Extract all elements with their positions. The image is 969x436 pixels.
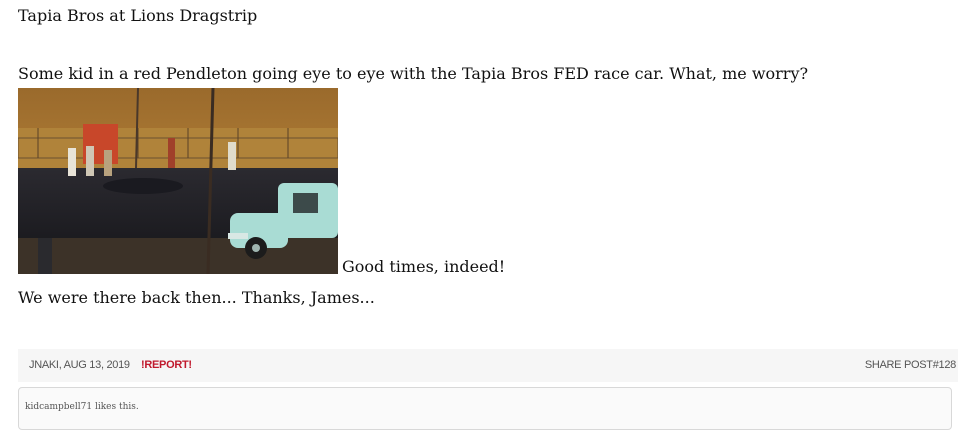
photo-caption: Good times, indeed! — [342, 257, 506, 276]
photo-race-car — [103, 178, 183, 194]
likes-summary: kidcampbell71 likes this. — [25, 402, 139, 412]
post-title: Tapia Bros at Lions Dragstrip — [18, 6, 258, 25]
likes-box: kidcampbell71 likes this. — [18, 387, 952, 430]
post-body-line: Some kid in a red Pendleton going eye to… — [18, 64, 809, 83]
post-meta: JNAKI, AUG 13, 2019 — [29, 359, 130, 371]
post-footer: JNAKI, AUG 13, 2019 !REPORT! SHARE POST#… — [18, 349, 958, 382]
post-body-line: We were there back then... Thanks, James… — [18, 288, 375, 307]
post-date[interactable]: AUG 13, 2019 — [64, 359, 130, 371]
report-button[interactable]: !REPORT! — [141, 359, 192, 371]
author-link[interactable]: JNAKI — [29, 359, 59, 371]
share-post-link[interactable]: SHARE POST#128 — [865, 359, 956, 371]
liker-link[interactable]: kidcampbell71 — [25, 402, 92, 412]
meta-separator: , — [58, 359, 62, 371]
post-photo[interactable] — [18, 88, 338, 274]
photo-dirt — [18, 238, 338, 274]
likes-label: likes this. — [94, 402, 139, 412]
